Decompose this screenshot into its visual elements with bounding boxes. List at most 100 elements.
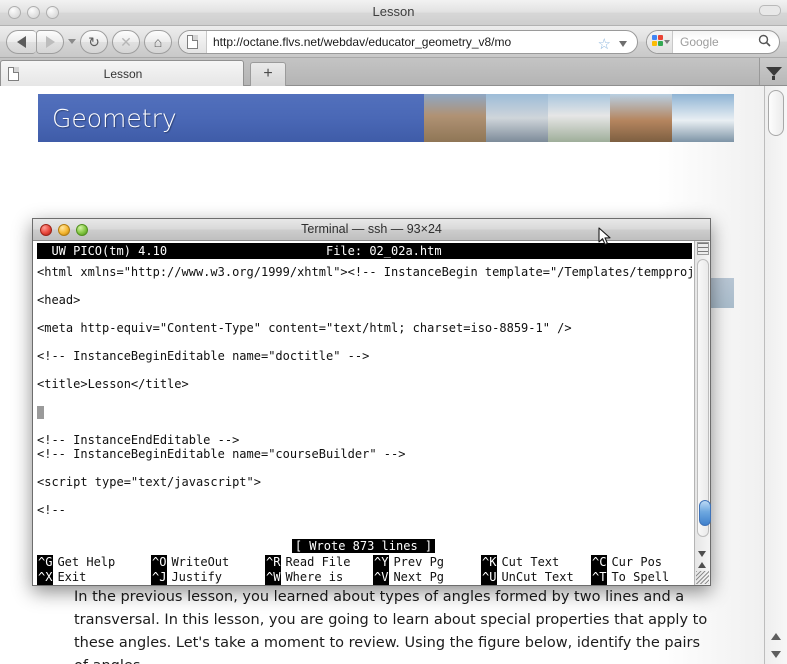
shortcut-label: To Spell (611, 570, 670, 584)
close-icon: ✕ (120, 34, 132, 50)
forward-arrow-icon (45, 36, 55, 48)
pico-shortcut-exit[interactable]: ^X Exit (37, 570, 151, 585)
stop-button[interactable]: ✕ (112, 30, 140, 54)
shortcut-label: Read File (285, 555, 351, 569)
bookmark-star-icon[interactable]: ☆ (598, 35, 611, 53)
address-bar[interactable]: http://octane.flvs.net/webdav/educator_g… (178, 30, 638, 54)
search-engine-selector[interactable] (647, 31, 673, 53)
scroll-down-button[interactable] (768, 646, 784, 662)
terminal-scrollbar[interactable] (694, 241, 711, 585)
shortcut-key: ^K (481, 555, 498, 570)
shortcut-key: ^V (373, 570, 390, 585)
pico-shortcut-cur-pos[interactable]: ^C Cur Pos (591, 555, 662, 570)
banner-photo-strip (424, 94, 734, 142)
banner-photo-guggenheim (486, 94, 548, 142)
banner-photo-opera-house (672, 94, 734, 142)
pico-shortcut-justify[interactable]: ^J Justify (151, 570, 265, 585)
shortcut-key: ^W (265, 570, 282, 585)
new-tab-button[interactable]: + (250, 62, 286, 86)
terminal-scrollbar-menu-icon[interactable] (697, 242, 709, 255)
browser-window: Lesson ↻ ✕ ⌂ http://octane.flvs.net/webd… (0, 0, 787, 664)
shortcut-key: ^R (265, 555, 282, 570)
lesson-banner: Geometry (38, 94, 734, 142)
home-icon: ⌂ (153, 34, 163, 50)
pico-shortcut-get-help[interactable]: ^G Get Help (37, 555, 151, 570)
page-title: Geometry (52, 103, 177, 133)
shortcut-key: ^T (591, 570, 608, 585)
shortcut-label: Justify (171, 570, 223, 584)
terminal-screen[interactable]: UW PICO(tm) 4.10 File: 02_02a.htm <html … (33, 241, 710, 585)
pico-status-message: [ Wrote 873 lines ] (33, 537, 694, 555)
shortcut-key: ^G (37, 555, 54, 570)
terminal-scrollbar-thumb[interactable] (699, 500, 711, 526)
browser-navigation-toolbar: ↻ ✕ ⌂ http://octane.flvs.net/webdav/educ… (0, 26, 787, 58)
shortcut-key: ^Y (373, 555, 390, 570)
scroll-up-button[interactable] (768, 628, 784, 644)
google-icon-part-red (658, 35, 663, 40)
back-button[interactable] (6, 30, 36, 54)
shortcut-key: ^U (481, 570, 498, 585)
pico-shortcut-read-file[interactable]: ^R Read File (265, 555, 373, 570)
page-scrollbar[interactable] (764, 86, 787, 664)
browser-tab-lesson[interactable]: Lesson (0, 60, 244, 86)
lesson-body-paragraph: In the previous lesson, you learned abou… (74, 589, 708, 664)
pico-menu-row: ^G Get Help ^O WriteOut ^R Read File ^Y … (37, 555, 707, 570)
shortcut-label: Exit (57, 570, 87, 584)
chevron-up-icon (771, 632, 781, 640)
pico-status-text: [ Wrote 873 lines ] (291, 539, 436, 553)
page-scrollbar-thumb[interactable] (768, 90, 784, 136)
back-arrow-icon (17, 36, 26, 48)
search-input[interactable]: Google (673, 35, 758, 49)
shortcut-label: Prev Pg (393, 555, 445, 569)
pico-shortcut-next-pg[interactable]: ^V Next Pg (373, 570, 481, 585)
mouse-cursor (598, 227, 612, 252)
search-icon[interactable] (758, 34, 779, 50)
chevron-down-icon (664, 40, 670, 44)
pico-editor-text: <html xmlns="http://www.w3.org/1999/xhtm… (37, 265, 709, 517)
site-identity-button[interactable] (179, 31, 207, 53)
shortcut-label: Where is (285, 570, 344, 584)
pico-shortcut-prev-pg[interactable]: ^Y Prev Pg (373, 555, 481, 570)
google-icon-part-yellow (652, 41, 657, 46)
browser-tab-label: Lesson (103, 66, 143, 81)
browser-window-title: Lesson (372, 4, 415, 19)
funnel-stem-shape (772, 76, 775, 80)
shortcut-label: Next Pg (393, 570, 445, 584)
forward-button[interactable] (36, 30, 64, 54)
banner-photo-colosseum (424, 94, 486, 142)
pico-shortcut-cut-text[interactable]: ^K Cut Text (481, 555, 591, 570)
chevron-down-icon (771, 650, 781, 658)
shortcut-label: WriteOut (171, 555, 230, 569)
shortcut-key: ^O (151, 555, 168, 570)
terminal-window[interactable]: Terminal — ssh — 93×24 UW PICO(tm) 4.10 … (32, 218, 711, 586)
pico-shortcut-where-is[interactable]: ^W Where is (265, 570, 373, 585)
terminal-scrollbar-track[interactable] (697, 259, 711, 537)
home-button[interactable]: ⌂ (144, 30, 172, 54)
url-text: http://octane.flvs.net/webdav/educator_g… (213, 35, 512, 49)
browser-tab-strip: Lesson + (0, 58, 787, 86)
shortcut-label: Get Help (57, 555, 116, 569)
browser-toolbar-toggle-button[interactable] (759, 5, 781, 16)
banner-photo-pyramid (610, 94, 672, 142)
shortcut-key: ^C (591, 555, 608, 570)
shortcut-key: ^J (151, 570, 168, 585)
pico-menu-row: ^X Exit ^J Justify ^W Where is ^V Next P… (37, 570, 707, 585)
funnel-shape (765, 67, 782, 76)
tabs-list-icon[interactable] (759, 58, 787, 85)
page-icon (187, 35, 198, 49)
search-bar[interactable]: Google (646, 30, 780, 54)
shortcut-key: ^X (37, 570, 54, 585)
reload-icon: ↻ (88, 34, 100, 50)
text-cursor (37, 406, 44, 419)
pico-shortcut-uncut-text[interactable]: ^U UnCut Text (481, 570, 591, 585)
terminal-resize-handle[interactable] (696, 571, 709, 584)
pico-shortcut-writeout[interactable]: ^O WriteOut (151, 555, 265, 570)
reload-button[interactable]: ↻ (80, 30, 108, 54)
chevron-down-icon[interactable] (619, 41, 627, 47)
shortcut-label: UnCut Text (501, 570, 574, 584)
history-dropdown-icon[interactable] (68, 39, 76, 44)
shortcut-label: Cur Pos (611, 555, 663, 569)
google-icon-part-green (658, 41, 663, 46)
pico-header-bar: UW PICO(tm) 4.10 File: 02_02a.htm (37, 243, 692, 259)
pico-shortcut-to-spell[interactable]: ^T To Spell (591, 570, 669, 585)
